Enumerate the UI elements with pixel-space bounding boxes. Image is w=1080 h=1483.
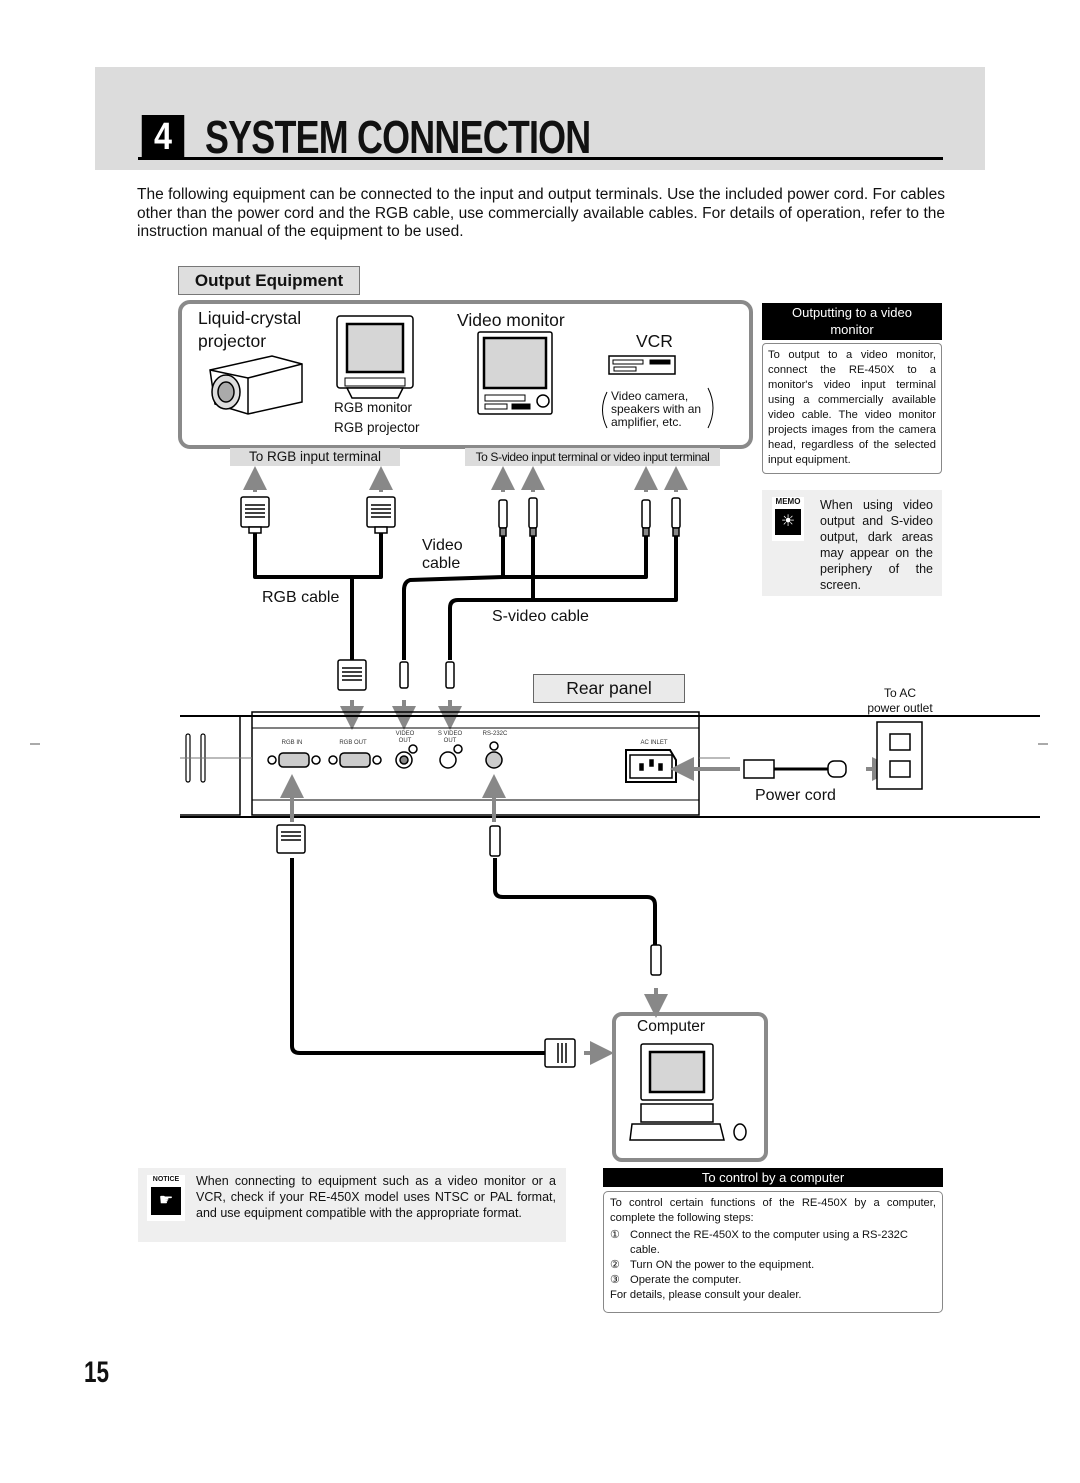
to-ac-outlet-line2: power outlet — [867, 701, 933, 715]
rs232c-port[interactable] — [485, 741, 503, 769]
svideo-out-label-line1: S VIDEO — [437, 731, 463, 737]
svideo-cable-label: S-video cable — [492, 608, 589, 625]
computer-control-intro: To control certain functions of the RE-4… — [610, 1197, 936, 1224]
ac-inlet-port[interactable] — [625, 749, 677, 783]
other-equipment-label: Video camera, speakers with an amplifier… — [611, 390, 701, 429]
notice-icon: NOTICE ☛ — [147, 1175, 185, 1221]
rs232c-label: RS-232C — [482, 731, 508, 737]
video-out-label-line1: VIDEO — [395, 731, 415, 737]
step-item: ③ Operate the computer. — [610, 1273, 936, 1288]
rgb-out-label: RGB OUT — [339, 740, 367, 746]
svideo-out-label-line2: OUT — [443, 738, 457, 744]
video-out-label: VIDEO OUT — [390, 731, 420, 745]
computer-control-title: To control by a computer — [603, 1168, 943, 1187]
step-item: ② Turn ON the power to the equipment. — [610, 1258, 936, 1273]
to-svideo-input-label: To S-video input terminal or video input… — [465, 448, 720, 466]
lightbulb-icon: ☀ — [775, 509, 801, 535]
video-out-port[interactable] — [395, 744, 418, 769]
to-ac-outlet-label: To AC power outlet — [860, 686, 940, 716]
vcr-label: VCR — [636, 331, 673, 351]
video-monitor-note-title-line1: Outputting to a video — [792, 305, 912, 320]
power-cord — [670, 757, 896, 781]
projector-icon — [209, 355, 303, 415]
rgb-cable-label: RGB cable — [262, 589, 340, 606]
svideo-out-label: S VIDEO OUT — [435, 731, 465, 745]
video-monitor-note-title: Outputting to a video monitor — [762, 303, 942, 340]
step-text: Operate the computer. — [630, 1274, 742, 1286]
rgb-in-label: RGB IN — [281, 740, 303, 746]
rgb-connector-icon — [337, 659, 367, 691]
video-out-label-line2: OUT — [398, 738, 412, 744]
other-equipment-line3: amplifier, etc. — [611, 415, 682, 429]
memo-icon: MEMO ☀ — [772, 497, 804, 541]
ac-inlet-label: AC INLET — [640, 740, 668, 746]
power-outlet-icon — [876, 721, 923, 790]
lcd-projector-label-line1: Liquid-crystal — [198, 308, 302, 328]
lower-cables — [290, 858, 657, 1055]
to-rgb-input-label: To RGB input terminal — [230, 448, 400, 466]
video-cable-label: Video cable — [422, 537, 463, 573]
video-plug-icon — [498, 499, 508, 537]
step-number: ③ — [610, 1274, 621, 1286]
page-number: 15 — [84, 1356, 110, 1389]
step-text: Turn ON the power to the equipment. — [630, 1259, 815, 1271]
notice-icon-label: NOTICE — [152, 1176, 180, 1183]
rear-panel-label: Rear panel — [533, 674, 685, 703]
lcd-projector-label: Liquid-crystal projector — [198, 308, 301, 352]
computer-label: Computer — [637, 1018, 706, 1035]
video-plug-icon — [641, 499, 651, 537]
memo-text: When using video output and S-video outp… — [820, 498, 933, 592]
rgb-monitor-label: RGB monitor — [334, 400, 413, 415]
rgb-projector-label: RGB projector — [334, 420, 420, 435]
pointing-hand-icon: ☛ — [151, 1187, 181, 1215]
svideo-plug-icon — [528, 497, 538, 537]
rgb-monitor-icon — [336, 315, 414, 399]
rgb-connector-icon — [366, 496, 396, 534]
svideo-plug-icon — [671, 497, 681, 537]
video-plug-icon — [399, 661, 409, 689]
step-text: Connect the RE-450X to the computer usin… — [630, 1229, 908, 1256]
step-item: ① Connect the RE-450X to the computer us… — [610, 1228, 936, 1258]
video-monitor-note-body: To output to a video monitor, connect th… — [762, 343, 942, 474]
notice-text: When connecting to equipment such as a v… — [196, 1174, 556, 1220]
step-number: ② — [610, 1259, 621, 1271]
svideo-plug-icon — [445, 661, 455, 689]
rs232c-plug-icon — [489, 825, 501, 857]
step-number: ① — [610, 1229, 621, 1241]
rgb-connector-icon — [240, 496, 270, 534]
arrows-up — [243, 466, 688, 492]
video-monitor-note-title-line2: monitor — [830, 322, 874, 337]
video-cable-label-line1: Video — [422, 537, 463, 554]
rgb-connector-icon — [276, 824, 306, 854]
computer-control-footer: For details, please consult your dealer. — [610, 1289, 802, 1301]
video-monitor-label: Video monitor — [457, 310, 565, 330]
svideo-out-port[interactable] — [439, 744, 463, 769]
video-cable-label-line2: cable — [422, 555, 461, 572]
rs232c-plug-icon — [650, 944, 662, 976]
lcd-projector-label-line2: projector — [198, 331, 267, 351]
memo-icon-label: MEMO — [775, 497, 801, 506]
power-cord-label: Power cord — [755, 787, 836, 804]
vcr-icon — [608, 355, 676, 375]
video-monitor-icon — [477, 331, 553, 415]
computer-control-body: To control certain functions of the RE-4… — [603, 1191, 943, 1313]
to-ac-outlet-line1: To AC — [883, 686, 916, 700]
rgb-in-port[interactable] — [267, 752, 321, 768]
rgb-out-port[interactable] — [328, 752, 382, 768]
rgb-connector-icon — [544, 1038, 576, 1068]
